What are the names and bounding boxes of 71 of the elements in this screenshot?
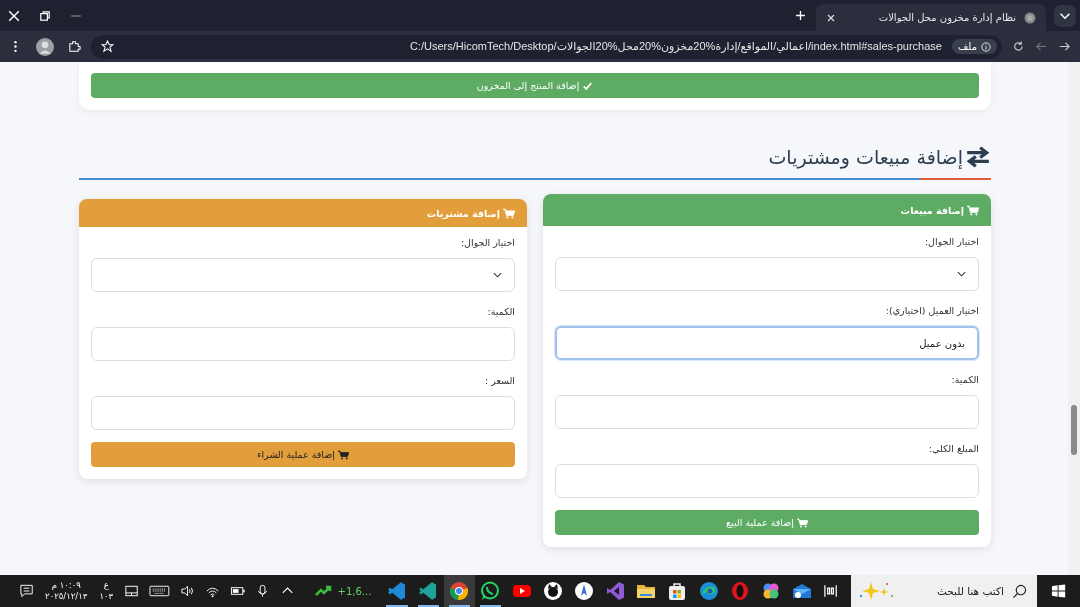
add-purchase-button[interactable]: إضافة عملية الشراء	[91, 442, 515, 467]
select-field[interactable]	[555, 257, 979, 291]
restore-icon[interactable]	[37, 9, 53, 22]
reload-icon[interactable]	[1012, 40, 1025, 53]
forward-icon[interactable]	[1035, 40, 1048, 53]
language-indicator[interactable]: ع	[103, 580, 109, 591]
field-label: الكمية:	[950, 374, 979, 386]
file-chip[interactable]: ملف	[951, 39, 997, 54]
studio-icon	[605, 581, 626, 601]
language-indicator[interactable]: ١٠٣	[99, 591, 114, 602]
store-icon	[667, 581, 688, 601]
stocks-widget[interactable]: +1,6...	[314, 585, 372, 597]
search-icon	[1011, 583, 1027, 599]
input-field[interactable]	[555, 395, 979, 429]
close-icon[interactable]	[826, 12, 836, 23]
field-label: السعر :	[483, 375, 515, 387]
globe-icon	[1024, 11, 1036, 24]
trend-up-icon	[314, 585, 333, 597]
chat-icon	[480, 581, 501, 601]
browser-icon	[449, 581, 470, 601]
cart-icon	[503, 207, 515, 219]
mail-icon	[792, 581, 813, 601]
card-title: إضافة مبيعات	[900, 204, 964, 216]
code-editor-icon	[418, 581, 439, 601]
cart-icon	[337, 449, 349, 460]
star-icon[interactable]	[101, 40, 114, 53]
card-title: إضافة مشتريات	[426, 207, 500, 219]
field-label: الكمية:	[486, 306, 515, 318]
search-field[interactable]: اكتب هنا للبحث	[850, 575, 1037, 607]
back-icon[interactable]	[1058, 40, 1071, 53]
ring-icon	[729, 581, 750, 601]
tab-title: نظام إدارة مخزون محل الجوالات	[877, 12, 1016, 23]
notification-icon[interactable]	[19, 583, 35, 599]
widgets-icon[interactable]	[822, 583, 838, 599]
url-text: C:/Users/HicomTech/Desktop/اعمالي/المواقع/إدارة%20مخزون%20محل%20الجوالات/index.html#sales-purchase	[408, 40, 942, 53]
field-label: اختيار الجوال:	[923, 236, 979, 248]
browser-tab[interactable]: نظام إدارة مخزون محل الجوالات	[816, 4, 1046, 31]
code-editor-icon	[386, 581, 407, 601]
input-field[interactable]: بدون عميل	[555, 326, 979, 360]
new-tab-icon[interactable]	[795, 10, 806, 21]
start-icon[interactable]	[1050, 583, 1066, 599]
check-icon	[582, 80, 594, 91]
select-field[interactable]	[91, 258, 515, 292]
cart-icon	[796, 517, 808, 528]
scrollbar[interactable]	[1068, 62, 1080, 575]
input-field[interactable]	[91, 396, 515, 430]
field-label: اختيار العميل (اختياري):	[884, 305, 979, 317]
field-label: اختيار الجوال:	[459, 237, 515, 249]
input-field[interactable]	[91, 327, 515, 361]
browser-icon	[698, 581, 719, 601]
touchpad-icon[interactable]	[124, 583, 140, 599]
extensions-icon[interactable]	[68, 40, 81, 53]
clock-date[interactable]: ٢٠٢٥/١٢/١٣	[45, 591, 88, 602]
input-field[interactable]	[555, 464, 979, 498]
chevron-down-icon	[957, 271, 966, 277]
address-bar[interactable]: C:/Users/HicomTech/Desktop/اعمالي/المواقع/إدارة%20مخزون%20محل%20الجوالات/index.html#sales-purchase ملف	[91, 34, 1002, 59]
cart-icon	[967, 204, 979, 216]
cat-icon	[542, 581, 563, 601]
info-icon	[981, 41, 991, 52]
flower-icon	[761, 581, 781, 601]
tab-list-icon[interactable]	[1054, 4, 1076, 27]
keyboard-icon[interactable]	[149, 583, 170, 599]
section-title: إضافة مبيعات ومشتريات	[768, 146, 963, 168]
taskbar-app[interactable]	[443, 575, 475, 607]
volume-icon[interactable]	[179, 583, 196, 599]
field-label: المبلغ الكلي:	[927, 443, 979, 455]
compass-icon	[573, 581, 594, 601]
clock-time[interactable]: ١٠:٠٩ م	[51, 580, 81, 591]
profile-avatar[interactable]	[36, 37, 54, 56]
chevron-down-icon	[493, 272, 502, 278]
swap-arrows-icon	[965, 146, 991, 168]
